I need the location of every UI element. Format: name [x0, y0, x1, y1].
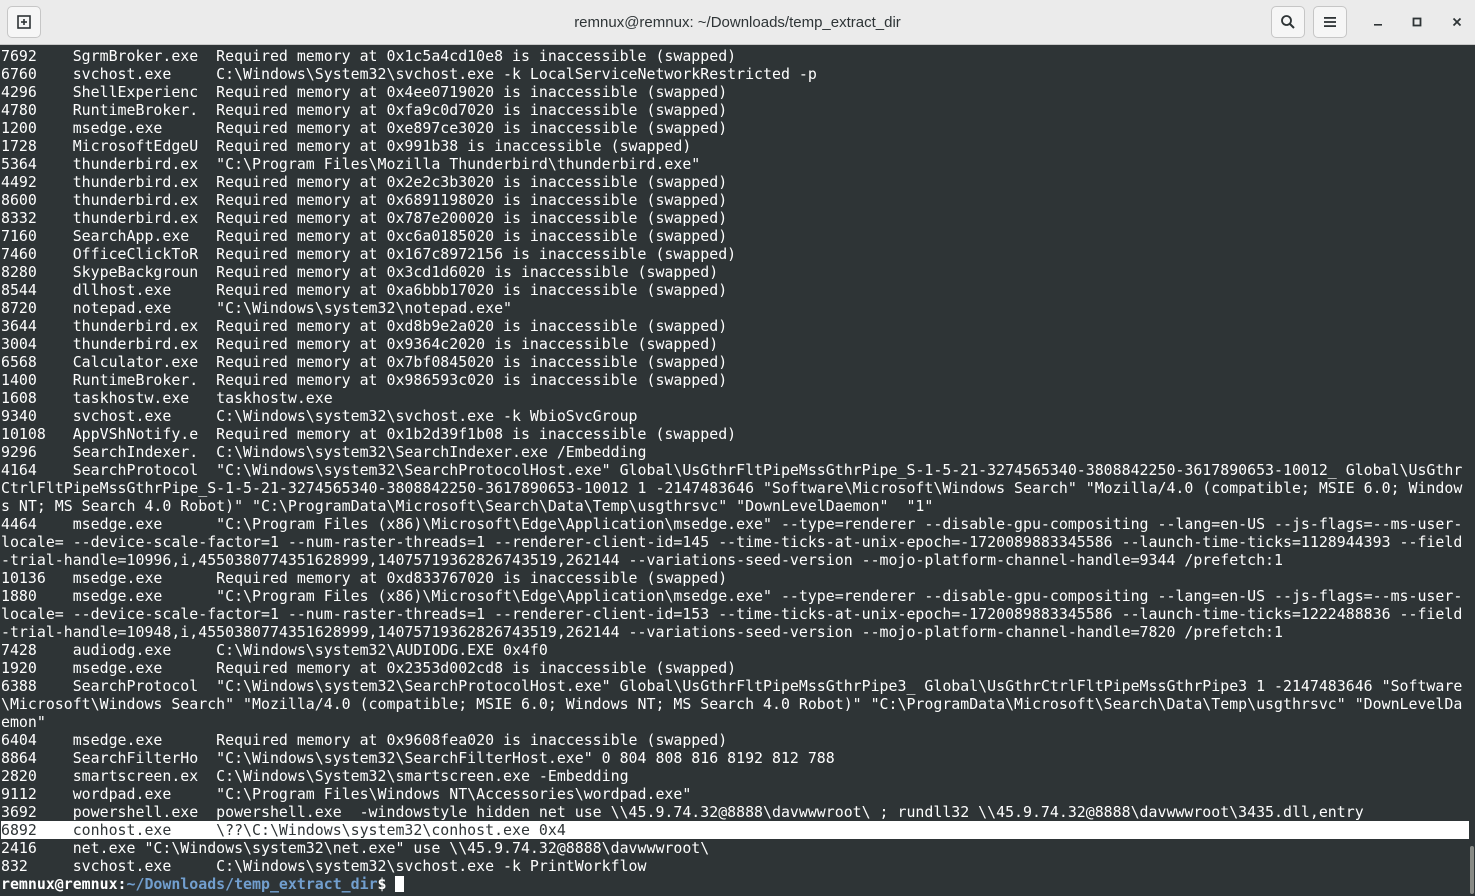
output-line: 1200 msedge.exe Required memory at 0xe89…	[1, 119, 728, 137]
output-line: 2820 smartscreen.ex C:\Windows\System32\…	[1, 767, 629, 785]
highlighted-output-line: 6892 conhost.exe \??\C:\Windows\system32…	[1, 821, 1469, 839]
output-line: 3004 thunderbird.ex Required memory at 0…	[1, 335, 719, 353]
output-line: 3644 thunderbird.ex Required memory at 0…	[1, 317, 728, 335]
prompt-user-host: remnux@remnux	[1, 875, 118, 893]
minimize-icon	[1374, 24, 1382, 26]
window-title: remnux@remnux: ~/Downloads/temp_extract_…	[574, 14, 901, 31]
output-line: 9112 wordpad.exe "C:\Program Files\Windo…	[1, 785, 692, 803]
output-line: -trial-handle=10996,i,455038077435162899…	[1, 551, 1283, 569]
output-line: 5364 thunderbird.ex "C:\Program Files\Mo…	[1, 155, 701, 173]
output-line: 7428 audiodg.exe C:\Windows\system32\AUD…	[1, 641, 548, 659]
output-line: \Microsoft\Windows Search" "Mozilla/4.0 …	[1, 695, 1463, 713]
hamburger-menu-icon	[1324, 17, 1336, 27]
output-line: 8864 SearchFilterHo "C:\Windows\system32…	[1, 749, 835, 767]
output-line: 6760 svchost.exe C:\Windows\System32\svc…	[1, 65, 817, 83]
output-line: 1728 MicrosoftEdgeU Required memory at 0…	[1, 137, 692, 155]
output-line: 1880 msedge.exe "C:\Program Files (x86)\…	[1, 587, 1463, 605]
window-titlebar: remnux@remnux: ~/Downloads/temp_extract_…	[0, 0, 1475, 45]
output-line: 9296 SearchIndexer. C:\Windows\system32\…	[1, 443, 647, 461]
maximize-button[interactable]	[1402, 7, 1432, 37]
output-line: 1400 RuntimeBroker. Required memory at 0…	[1, 371, 728, 389]
terminal-lines: 7692 SgrmBroker.exe Required memory at 0…	[0, 46, 1469, 893]
search-button[interactable]	[1271, 6, 1305, 38]
output-line: 2416 net.exe "C:\Windows\system32\net.ex…	[1, 839, 710, 857]
output-line: CtrlFltPipeMssGthrPipe_S-1-5-21-32745653…	[1, 479, 1463, 497]
output-line: 8332 thunderbird.ex Required memory at 0…	[1, 209, 728, 227]
close-button[interactable]	[1442, 7, 1472, 37]
output-line: 7160 SearchApp.exe Required memory at 0x…	[1, 227, 728, 245]
terminal-output[interactable]: 7692 SgrmBroker.exe Required memory at 0…	[0, 46, 1469, 896]
output-line: 8720 notepad.exe "C:\Windows\system32\no…	[1, 299, 513, 317]
output-line: 8600 thunderbird.ex Required memory at 0…	[1, 191, 728, 209]
output-line: 1608 taskhostw.exe taskhostw.exe	[1, 389, 333, 407]
prompt-symbol: $	[377, 875, 396, 893]
output-line: 9340 svchost.exe C:\Windows\system32\svc…	[1, 407, 638, 425]
output-line: 6388 SearchProtocol "C:\Windows\system32…	[1, 677, 1463, 695]
search-icon	[1281, 15, 1295, 29]
output-line: locale= --device-scale-factor=1 --num-ra…	[1, 533, 1463, 551]
output-line: 8544 dllhost.exe Required memory at 0xa6…	[1, 281, 728, 299]
output-line: locale= --device-scale-factor=1 --num-ra…	[1, 605, 1463, 623]
text-cursor	[395, 876, 405, 892]
output-line: 1920 msedge.exe Required memory at 0x235…	[1, 659, 737, 677]
close-icon	[1452, 17, 1462, 27]
prompt-path: ~/Downloads/temp_extract_dir	[126, 875, 378, 893]
output-line: 8280 SkypeBackgroun Required memory at 0…	[1, 263, 719, 281]
output-line: 4780 RuntimeBroker. Required memory at 0…	[1, 101, 728, 119]
scrollbar-thumb[interactable]	[1470, 846, 1474, 894]
output-line: 7460 OfficeClickToR Required memory at 0…	[1, 245, 737, 263]
output-line: 4164 SearchProtocol "C:\Windows\system32…	[1, 461, 1463, 479]
output-line: 10136 msedge.exe Required memory at 0xd8…	[1, 569, 728, 587]
output-line: emon"	[1, 713, 46, 731]
output-line: 4296 ShellExperienc Required memory at 0…	[1, 83, 728, 101]
output-line: 832 svchost.exe C:\Windows\system32\svch…	[1, 857, 647, 875]
minimize-button[interactable]	[1363, 7, 1393, 37]
menu-button[interactable]	[1313, 6, 1347, 38]
output-line: 4464 msedge.exe "C:\Program Files (x86)\…	[1, 515, 1463, 533]
output-line: 7692 SgrmBroker.exe Required memory at 0…	[1, 47, 737, 65]
shell-prompt[interactable]: remnux@remnux:~/Downloads/temp_extract_d…	[1, 875, 1469, 893]
output-line: 6404 msedge.exe Required memory at 0x960…	[1, 731, 728, 749]
output-line: -trial-handle=10948,i,455038077435162899…	[1, 623, 1283, 641]
output-line: s NT; MS Search 4.0 Robot)" "C:\ProgramD…	[1, 497, 934, 515]
output-line: 3692 powershell.exe powershell.exe -wind…	[1, 803, 1364, 821]
output-line: 10108 AppVShNotify.e Required memory at …	[1, 425, 737, 443]
output-line: 6568 Calculator.exe Required memory at 0…	[1, 353, 728, 371]
prompt-separator: :	[117, 875, 127, 893]
terminal-scrollbar[interactable]	[1469, 46, 1475, 896]
maximize-icon	[1412, 17, 1422, 27]
output-line: 4492 thunderbird.ex Required memory at 0…	[1, 173, 728, 191]
